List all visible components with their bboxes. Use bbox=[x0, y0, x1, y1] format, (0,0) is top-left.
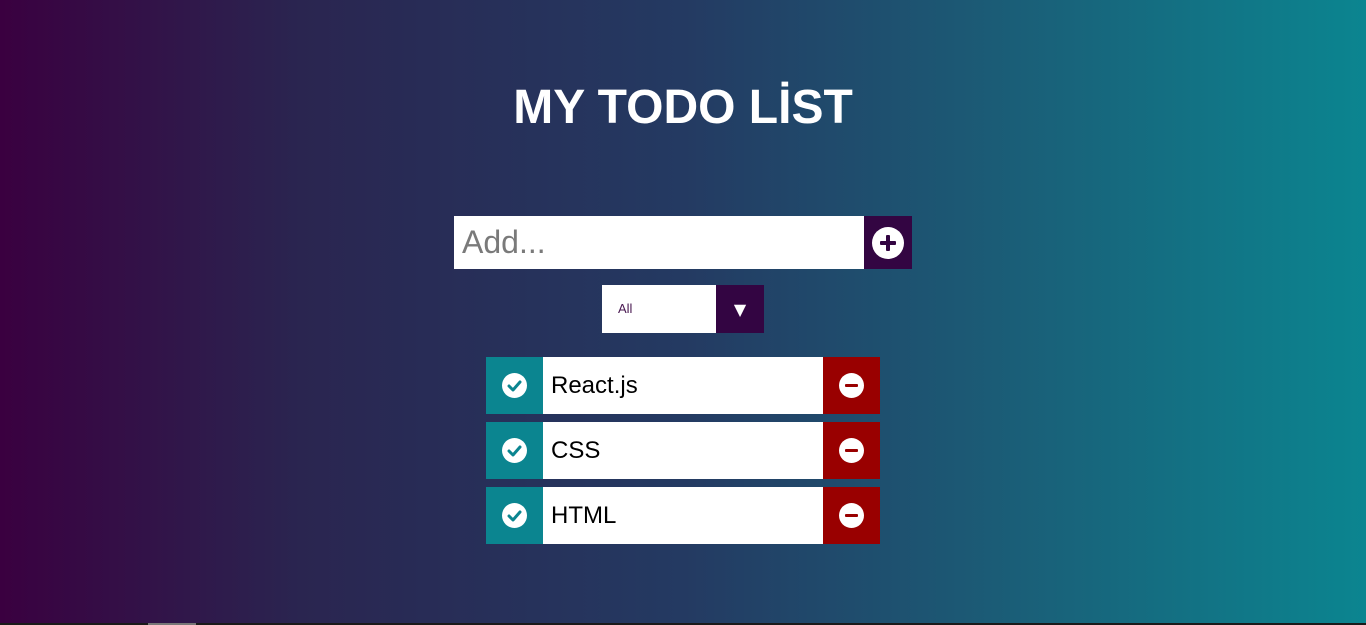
page-title: MY TODO LİST bbox=[513, 81, 853, 134]
minus-circle-icon bbox=[839, 373, 864, 398]
filter-selected-value: All bbox=[602, 285, 716, 333]
minus-circle-icon bbox=[839, 503, 864, 528]
todo-item: HTML bbox=[486, 487, 880, 544]
todo-item: CSS bbox=[486, 422, 880, 479]
check-circle-icon bbox=[502, 503, 527, 528]
todo-text: React.js bbox=[543, 357, 823, 414]
todo-text: HTML bbox=[543, 487, 823, 544]
complete-button[interactable] bbox=[486, 487, 543, 544]
chevron-down-icon: ▼ bbox=[716, 285, 764, 333]
minus-circle-icon bbox=[839, 438, 864, 463]
filter-select[interactable]: All ▼ bbox=[602, 285, 764, 333]
check-circle-icon bbox=[502, 438, 527, 463]
complete-button[interactable] bbox=[486, 422, 543, 479]
todo-input[interactable] bbox=[454, 216, 864, 269]
plus-circle-icon bbox=[872, 226, 904, 259]
delete-button[interactable] bbox=[823, 422, 880, 479]
delete-button[interactable] bbox=[823, 487, 880, 544]
add-todo-form bbox=[454, 216, 912, 269]
todo-item: React.js bbox=[486, 357, 880, 414]
complete-button[interactable] bbox=[486, 357, 543, 414]
add-button[interactable] bbox=[864, 216, 912, 269]
delete-button[interactable] bbox=[823, 357, 880, 414]
check-circle-icon bbox=[502, 373, 527, 398]
todo-list: React.js CSS HTML bbox=[486, 357, 880, 552]
todo-text: CSS bbox=[543, 422, 823, 479]
